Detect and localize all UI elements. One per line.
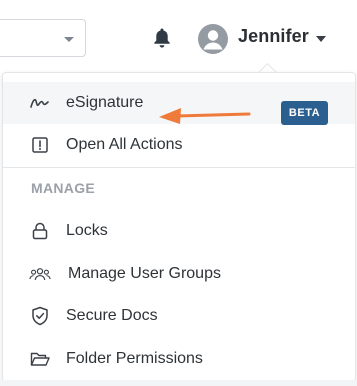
bell-icon[interactable] [152, 27, 172, 49]
menu-item-label: Folder Permissions [66, 350, 203, 367]
menu-item-secure-docs[interactable]: Secure Docs [3, 295, 355, 337]
menu-divider [3, 167, 355, 168]
beta-badge: BETA [281, 101, 328, 125]
menu-item-locks[interactable]: Locks [3, 210, 355, 252]
menu-item-label: Secure Docs [66, 307, 158, 324]
lock-icon [29, 220, 51, 242]
folder-open-icon [29, 348, 51, 370]
user-avatar-icon[interactable] [198, 24, 228, 54]
menu-item-label: Manage User Groups [68, 265, 221, 282]
signature-icon [29, 92, 51, 114]
exclamation-box-icon [29, 134, 51, 156]
menu-item-folder-permissions[interactable]: Folder Permissions [3, 338, 355, 380]
avatar-person-icon [203, 30, 223, 50]
user-name[interactable]: Jennifer [238, 26, 309, 47]
menu-item-label: eSignature [66, 94, 144, 111]
menu-item-label: Locks [66, 222, 108, 239]
menu-item-manage-user-groups[interactable]: Manage User Groups [3, 253, 355, 295]
users-icon [29, 263, 51, 285]
menu-item-label: Open All Actions [66, 136, 183, 153]
shield-check-icon [29, 305, 51, 327]
menu-item-open-all-actions[interactable]: Open All Actions [3, 124, 355, 166]
page-background-strip [0, 380, 357, 386]
filter-select[interactable] [0, 19, 86, 57]
section-title-manage: MANAGE [31, 180, 96, 196]
annotation-arrow-icon [159, 108, 251, 124]
user-dropdown-menu: eSignature BETA Open All Actions MANAGE … [2, 72, 356, 382]
user-caret-icon[interactable] [316, 36, 326, 42]
select-caret-icon [64, 37, 74, 42]
menu-item-esignature[interactable]: eSignature BETA [3, 82, 355, 125]
